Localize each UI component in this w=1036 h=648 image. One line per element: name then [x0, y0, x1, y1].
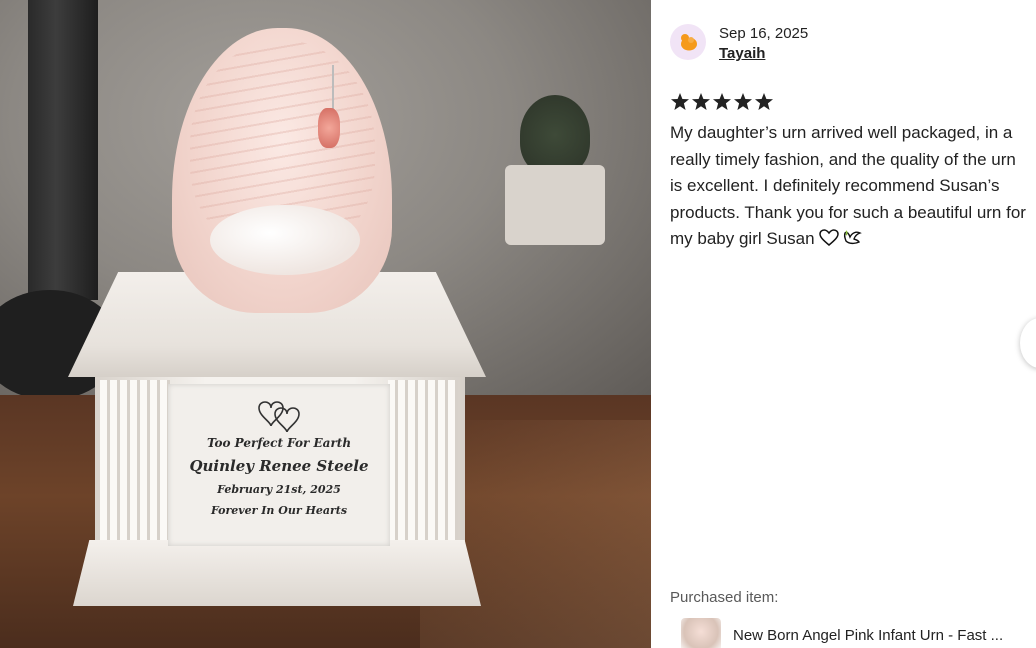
urn-plaque: Too Perfect For Earth Quinley Renee Stee…	[168, 384, 390, 546]
purchased-item-title: New Born Angel Pink Infant Urn - Fast ..…	[733, 626, 1004, 644]
star-icon	[671, 93, 689, 110]
dove-icon	[844, 230, 863, 245]
photo-plant	[520, 95, 590, 175]
avatar[interactable]	[670, 24, 706, 60]
purchased-item-label: Purchased item:	[670, 589, 779, 606]
purchased-item-link[interactable]: New Born Angel Pink Infant Urn - Fast ..…	[681, 618, 1003, 648]
review-body: My daughter’s urn arrived well packaged,…	[670, 120, 1030, 253]
user-avatar-icon	[681, 34, 697, 51]
plaque-line-1: Too Perfect For Earth	[206, 436, 352, 450]
photo-plant-pot	[505, 165, 605, 245]
review-photo[interactable]: Too Perfect For Earth Quinley Renee Stee…	[0, 0, 651, 648]
sleeping-baby-figure	[210, 205, 360, 275]
star-icon	[713, 93, 731, 110]
star-icon	[755, 93, 773, 110]
urn-pillar-left	[100, 380, 170, 560]
urn-pillar-right	[388, 380, 458, 560]
urn-base	[73, 540, 481, 606]
purchased-item-thumbnail	[681, 618, 721, 648]
star-rating	[670, 92, 774, 111]
reviewer-name-link[interactable]: Tayaih	[719, 45, 765, 62]
white-heart-icon	[819, 229, 840, 246]
double-heart-icon	[258, 401, 300, 433]
review-panel: Sep 16, 2025 Tayaih My daughter’s urn ar…	[651, 0, 1036, 648]
review-emoji	[819, 229, 863, 247]
charm-hook	[320, 65, 334, 110]
star-icon	[692, 93, 710, 110]
review-date: Sep 16, 2025	[719, 25, 809, 42]
plaque-line-4: Forever In Our Hearts	[210, 504, 348, 517]
star-icon	[734, 93, 752, 110]
photo-lamp	[28, 0, 98, 300]
next-photo-button[interactable]	[1020, 318, 1036, 368]
angel-charm	[318, 108, 340, 148]
plaque-line-2: Quinley Renee Steele	[189, 457, 369, 475]
plaque-line-3: February 21st, 2025	[217, 483, 341, 496]
